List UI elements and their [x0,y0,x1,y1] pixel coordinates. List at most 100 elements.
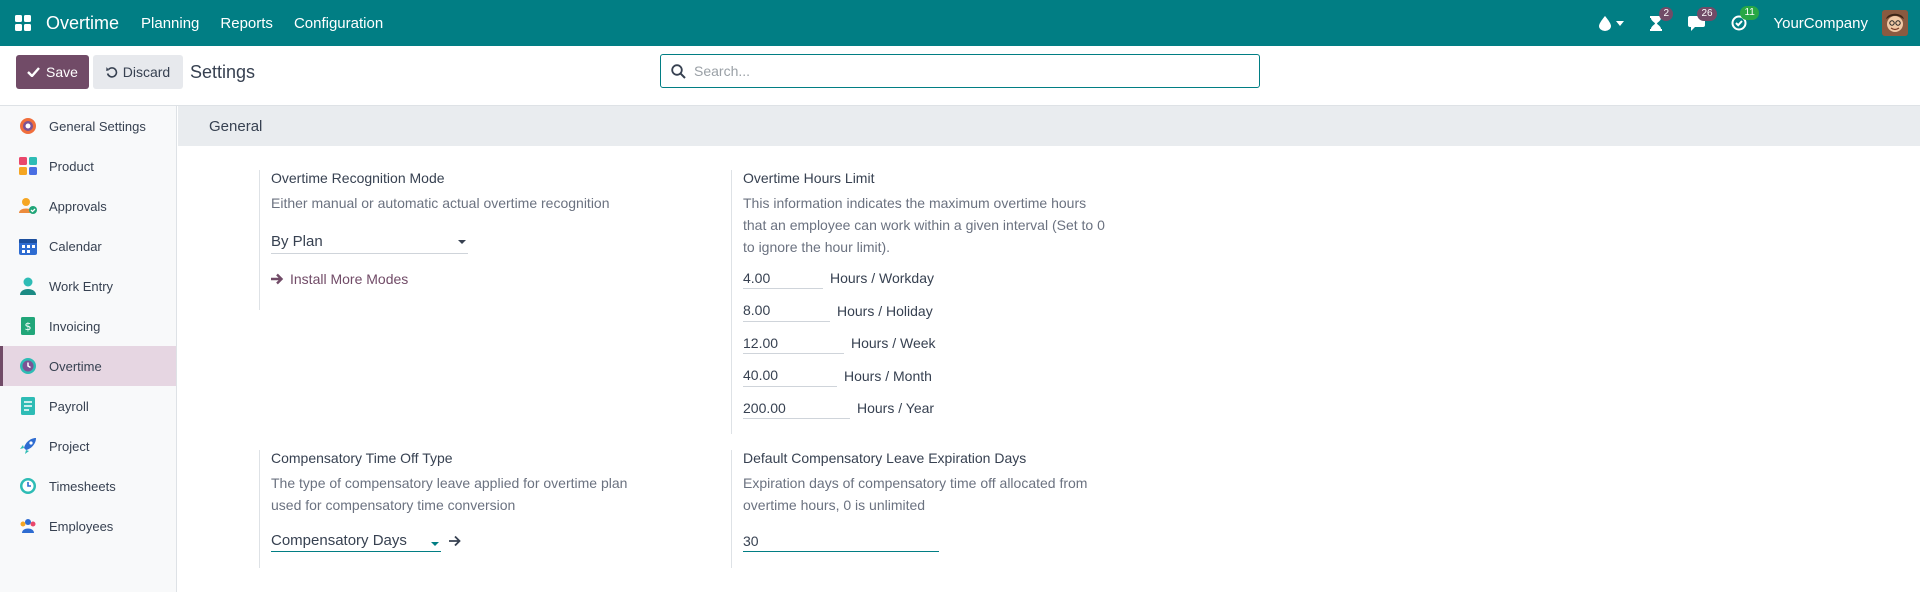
app-title[interactable]: Overtime [46,13,119,34]
hours-unit-label: Hours / Workday [830,270,934,287]
hours-month-input[interactable]: 40.00 [743,365,837,387]
sidebar-item-label: Payroll [49,398,89,414]
sidebar-item-approvals[interactable]: Approvals [0,186,176,226]
caret-down-icon [431,541,439,546]
compensatory-type-select[interactable]: Compensatory Days [271,530,441,552]
hours-holiday-input[interactable]: 8.00 [743,300,830,322]
setting-hours-limit: Overtime Hours Limit This information in… [731,170,1151,434]
timesheets-icon [20,478,36,494]
description-line: to ignore the hour limit). [743,239,891,255]
sidebar-item-label: Calendar [49,238,102,254]
employees-icon [20,519,36,533]
general-settings-icon [20,118,36,134]
hours-limit-fields: 4.00 Hours / Workday 8.00 Hours / Holida… [743,262,1151,425]
select-value: By Plan [271,233,323,250]
recognition-mode-select[interactable]: By Plan [271,230,468,254]
setting-title: Overtime Hours Limit [743,170,875,186]
internal-link-arrow-icon[interactable] [449,535,462,547]
sidebar-item-overtime[interactable]: Overtime [0,346,176,386]
sidebar-item-label: Work Entry [49,278,114,294]
todo-button[interactable]: 11 [1731,6,1759,31]
sidebar-item-employees[interactable]: Employees [0,506,176,546]
project-icon [20,438,36,454]
droplet-icon [1599,15,1612,31]
settings-main: General Overtime Recognition Mode Either… [178,106,1920,592]
svg-text:$: $ [25,320,32,333]
payroll-icon [21,397,35,415]
settings-sidebar: General Settings Product Approvals Calen… [0,106,177,592]
menu-reports[interactable]: Reports [220,15,273,32]
debug-dropdown[interactable] [1599,15,1625,31]
menu-configuration[interactable]: Configuration [294,15,383,32]
sidebar-item-label: Employees [49,518,114,534]
setting-compensatory-type: Compensatory Time Off Type The type of c… [259,450,669,568]
sidebar-item-general-settings[interactable]: General Settings [0,106,176,146]
search-input[interactable] [694,63,1234,79]
section-header: General [178,106,1920,146]
systray: 2 26 11 YourCompany [1599,0,1920,46]
setting-title: Compensatory Time Off Type [271,450,453,466]
caret-down-icon [1616,20,1625,26]
page-title: Settings [190,62,256,82]
sidebar-item-calendar[interactable]: Calendar [0,226,176,266]
undo-icon [105,67,117,78]
sidebar-item-timesheets[interactable]: Timesheets [0,466,176,506]
discard-button[interactable]: Discard [93,55,183,89]
work-entry-icon [20,277,36,295]
setting-expiration-days: Default Compensatory Leave Expiration Da… [731,450,1151,568]
comp-type-row: Compensatory Days [271,530,669,552]
setting-description: This information indicates the maximum o… [743,192,1151,258]
top-navbar: Overtime Planning Reports Configuration … [0,0,1920,46]
expiration-days-input[interactable]: 30 [743,530,939,552]
hours-unit-label: Hours / Holiday [837,302,933,319]
menu-planning[interactable]: Planning [141,15,199,32]
sidebar-item-project[interactable]: Project [0,426,176,466]
activities-button[interactable]: 2 [1650,6,1674,31]
hours-workday-input[interactable]: 4.00 [743,267,823,290]
sidebar-item-label: Product [49,158,94,174]
sidebar-item-label: Timesheets [49,478,116,494]
hours-unit-label: Hours / Year [857,400,935,417]
setting-title: Default Compensatory Leave Expiration Da… [743,450,1027,466]
setting-description: Either manual or automatic actual overti… [271,195,610,211]
setting-title: Overtime Recognition Mode [271,170,445,186]
messages-button[interactable]: 26 [1688,6,1717,31]
todo-badge: 11 [1740,6,1759,20]
sidebar-item-work-entry[interactable]: Work Entry [0,266,176,306]
setting-description: The type of compensatory leave applied f… [271,472,669,516]
sidebar-item-label: Overtime [49,358,102,374]
description-line: This information indicates the maximum o… [743,195,1087,211]
description-line: used for compensatory time conversion [271,497,516,513]
user-avatar[interactable] [1882,10,1908,36]
description-line: The type of compensatory leave applied f… [271,475,628,491]
hours-unit-label: Hours / Week [851,335,936,352]
hours-year-input[interactable]: 200.00 [743,397,850,420]
sidebar-item-product[interactable]: Product [0,146,176,186]
setting-description: Expiration days of compensatory time off… [743,472,1151,516]
hours-week-input[interactable]: 12.00 [743,332,844,355]
apps-menu-icon[interactable] [0,0,46,46]
sidebar-item-label: Invoicing [49,318,101,334]
hours-row-week: 12.00 Hours / Week [743,327,1151,360]
search-icon [671,63,686,79]
sidebar-item-label: Project [49,438,90,454]
description-line: that an employee can work within a given… [743,217,1105,233]
save-button[interactable]: Save [16,55,89,89]
search-bar[interactable] [660,54,1260,88]
install-link-label: Install More Modes [290,271,409,287]
setting-recognition-mode: Overtime Recognition Mode Either manual … [259,170,669,310]
invoicing-icon: $ [21,317,35,335]
approvals-icon [19,198,37,214]
sidebar-item-label: Approvals [49,198,107,214]
hours-row-workday: 4.00 Hours / Workday [743,262,1151,295]
control-panel: Save Discard Settings [0,46,1920,106]
hours-unit-label: Hours / Month [844,367,932,384]
product-icon [19,157,37,175]
install-more-modes-link[interactable]: Install More Modes [271,271,669,287]
sidebar-item-payroll[interactable]: Payroll [0,386,176,426]
check-icon [27,67,40,77]
calendar-icon [19,239,37,255]
hours-row-year: 200.00 Hours / Year [743,392,1151,425]
sidebar-item-invoicing[interactable]: $ Invoicing [0,306,176,346]
company-switcher[interactable]: YourCompany [1773,15,1868,32]
